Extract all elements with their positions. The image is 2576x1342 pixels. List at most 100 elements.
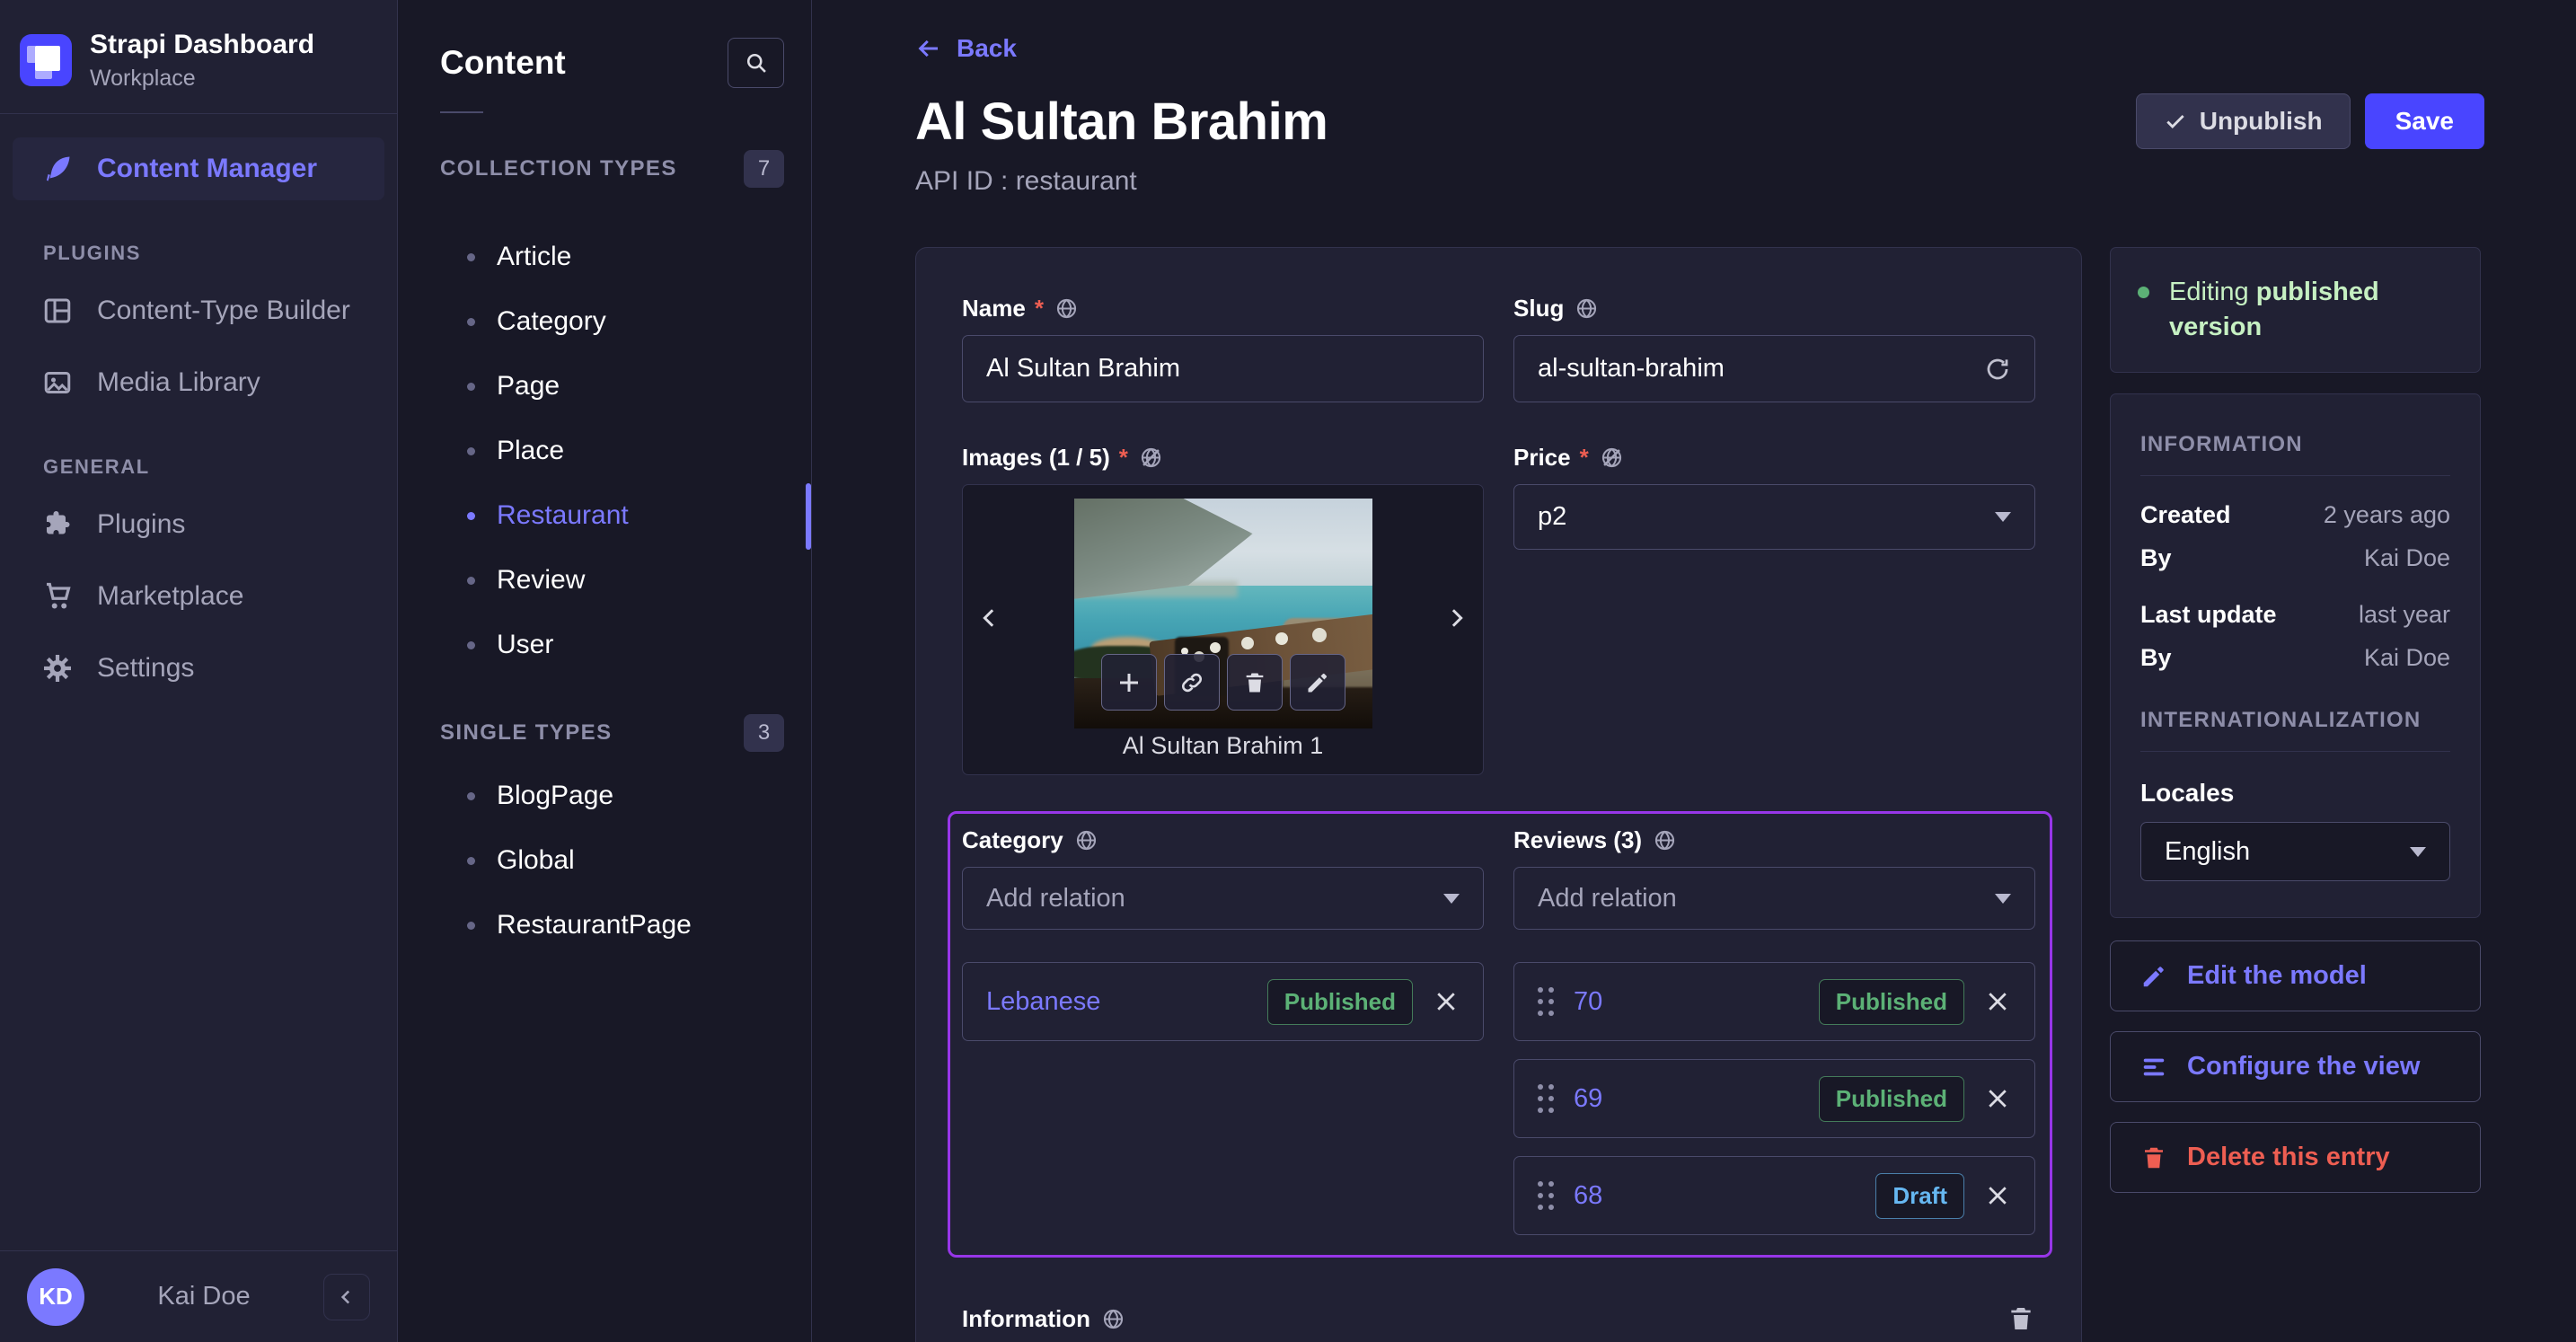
chevron-down-icon [1995,893,2011,904]
delete-entry-button[interactable]: Delete this entry [2110,1122,2481,1193]
main-nav: Strapi Dashboard Workplace Content Manag… [0,0,398,1342]
subnav-item-review[interactable]: Review [440,548,784,613]
bullet-icon [467,576,475,585]
subnav-item-restaurantpage[interactable]: RestaurantPage [440,893,784,958]
relation-link[interactable]: 68 [1574,1181,1856,1211]
meta-label: By [2140,544,2172,571]
meta-value: Kai Doe [2363,544,2450,571]
edit-image-button[interactable] [1289,654,1345,711]
globe-icon [1653,828,1677,852]
relation-link[interactable]: 70 [1574,987,1799,1017]
locale-value: English [2165,836,2251,866]
page-title: Al Sultan Brahim [915,93,1328,151]
subnav-item-label: User [497,630,554,659]
price-label: Price [1513,444,1571,471]
locale-select[interactable]: English [2140,822,2450,881]
delete-component-button[interactable] [2007,1304,2035,1333]
back-link[interactable]: Back [915,34,1017,63]
picture-icon [41,366,74,399]
reviews-add-relation-select[interactable]: Add relation [1513,867,2035,930]
information-component-label: Information [962,1304,1090,1332]
scrollbar-thumb[interactable] [806,483,811,550]
globe-icon [1074,828,1098,852]
configure-view-button[interactable]: Configure the view [2110,1031,2481,1102]
app-title: Strapi Dashboard [90,30,315,59]
sidebar-item-marketplace[interactable]: Marketplace [13,565,384,628]
carousel-prev-button[interactable] [972,593,1008,643]
subnav-item-category[interactable]: Category [440,289,784,354]
save-button[interactable]: Save [2364,93,2484,149]
bullet-icon [467,317,475,326]
subnav-item-restaurant[interactable]: Restaurant [440,483,784,548]
globe-icon [1101,1307,1125,1331]
avatar[interactable]: KD [27,1267,84,1326]
name-input[interactable]: Al Sultan Brahim [962,335,1484,402]
meta-row-created: Created 2 years ago [2140,501,2450,529]
locales-label: Locales [2140,779,2235,807]
sidebar-item-plugins[interactable]: Plugins [13,493,384,556]
subnav-item-blogpage[interactable]: BlogPage [440,764,784,828]
required-mark: * [1118,444,1128,471]
subnav-item-global[interactable]: Global [440,828,784,893]
drag-handle-icon[interactable] [1538,1082,1554,1115]
status-badge: Published [1266,978,1413,1025]
check-icon [2164,110,2187,133]
drag-handle-icon[interactable] [1538,1179,1554,1212]
save-label: Save [2395,107,2454,135]
chevron-down-icon [1443,893,1460,904]
subnav-item-article[interactable]: Article [440,225,784,289]
subnav-title: Content [440,44,566,81]
edit-model-button[interactable]: Edit the model [2110,940,2481,1011]
user-row: KD Kai Doe [0,1250,397,1342]
price-select[interactable]: p2 [1513,484,2035,550]
subnav-item-page[interactable]: Page [440,354,784,419]
meta-label: Last update [2140,601,2277,628]
globe-icon [1054,296,1079,321]
sidebar-section-general: GENERAL [43,455,150,478]
relation-link[interactable]: Lebanese [986,987,1248,1017]
link-icon [1179,670,1204,695]
sidebar-item-label: Content-Type Builder [97,296,350,325]
close-icon[interactable] [1984,1182,2011,1209]
sidebar-item-content-manager[interactable]: Content Manager [13,137,384,200]
search-button[interactable] [728,38,784,88]
entry-form-card: Name * Al Sultan Brahim Slug al-sultan-b… [915,247,2082,1342]
layout-lines-icon [2140,1054,2167,1081]
version-status-text: Editing published version [2169,275,2453,345]
sidebar-item-media-library[interactable]: Media Library [13,351,384,414]
copy-link-button[interactable] [1163,654,1220,711]
meta-label: Created [2140,501,2231,528]
slug-label: Slug [1513,295,1565,322]
sidebar-item-settings[interactable]: Settings [13,637,384,700]
meta-value: Kai Doe [2363,644,2450,671]
workspace-switcher[interactable]: Strapi Dashboard Workplace [0,0,397,113]
meta-row-last-update: Last update last year [2140,601,2450,629]
subnav-item-label: RestaurantPage [497,910,692,940]
unpublish-button[interactable]: Unpublish [2135,93,2351,149]
delete-image-button[interactable] [1226,654,1283,711]
slug-input[interactable]: al-sultan-brahim [1513,335,2035,402]
subnav-item-label: Global [497,845,575,875]
drag-handle-icon[interactable] [1538,985,1554,1018]
status-badge: Published [1818,978,1964,1025]
collapse-sidebar-button[interactable] [323,1273,370,1320]
globe-strikethrough-icon [1600,446,1624,470]
relation-link[interactable]: 69 [1574,1084,1799,1114]
relation-item-review-69: 69 Published [1513,1059,2035,1138]
category-add-relation-select[interactable]: Add relation [962,867,1484,930]
add-image-button[interactable] [1100,654,1157,711]
close-icon[interactable] [1984,988,2011,1015]
regenerate-icon[interactable] [1984,356,2011,383]
action-label: Configure the view [2187,1052,2421,1081]
sidebar-item-content-type-builder[interactable]: Content-Type Builder [13,279,384,342]
status-badge: Published [1818,1075,1964,1122]
close-icon[interactable] [1433,988,1460,1015]
carousel-next-button[interactable] [1438,593,1474,643]
subnav-item-place[interactable]: Place [440,419,784,483]
close-icon[interactable] [1984,1085,2011,1112]
unpublish-label: Unpublish [2199,107,2323,135]
subnav-item-user[interactable]: User [440,613,784,677]
category-label: Category [962,826,1063,853]
bullet-icon [467,511,475,520]
strapi-logo-icon [20,34,72,86]
